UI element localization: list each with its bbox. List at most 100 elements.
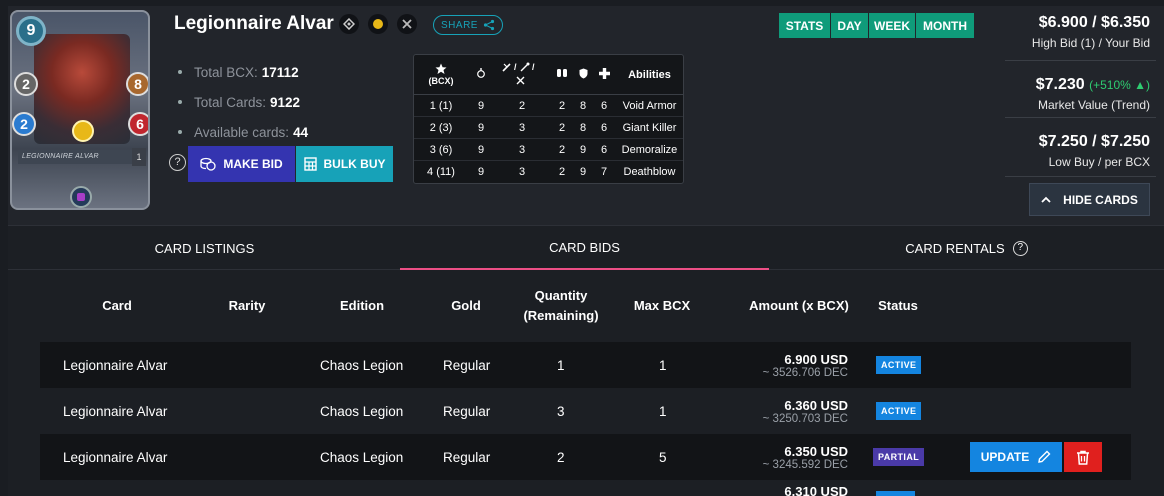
bid-prices: $6.900 / $6.350 [1038, 14, 1150, 31]
market-trend: (+510% ▲) [1089, 78, 1150, 92]
period-day-button[interactable]: DAY [831, 13, 868, 38]
level-row: 1 (1) 9 2 2 8 6 Void Armor [414, 95, 683, 117]
period-month-button[interactable]: MONTH [916, 13, 974, 38]
total-bcx-value: 17112 [261, 64, 299, 80]
help-icon[interactable]: ? [169, 154, 186, 171]
level-row: 4 (11) 9 3 2 9 7 Deathblow [427, 166, 676, 178]
status-badge: ACTIVE [876, 402, 922, 420]
chevron-up-icon [1041, 196, 1051, 203]
bids-table-body: Legionnaire Alvar Chaos Legion Regular 1… [8, 342, 1164, 496]
tab-card-listings[interactable]: CARD LISTINGS [8, 226, 401, 270]
element-icon [339, 14, 359, 34]
cell-amount: 6.900 USD ~ 3526.706 DEC [762, 351, 848, 379]
bid-price-block: $6.900 / $6.350 High Bid (1) / Your Bid [1032, 14, 1150, 76]
make-bid-label: MAKE BID [223, 157, 283, 171]
status-badge: .......... [876, 491, 916, 496]
attack-header-icon: / / [494, 60, 550, 89]
col-amount: Amount (x BCX) [749, 298, 849, 313]
card-title: Legionnaire Alvar [174, 13, 334, 34]
update-bid-button[interactable]: UPDATE [970, 442, 1062, 472]
svg-text:/: / [532, 62, 535, 72]
level-row: 2 (3) 9 3 2 8 6 Giant Killer [414, 117, 683, 139]
cell-quantity: 2 [557, 449, 565, 465]
col-quantity: Quantity (Remaining) [523, 288, 599, 323]
rentals-help-icon[interactable]: ? [1012, 240, 1028, 256]
cell-gold: Regular [443, 357, 491, 373]
shield-header-icon [574, 68, 592, 82]
col-rarity: Rarity [228, 298, 266, 313]
period-selector: STATS DAY WEEK MONTH [779, 13, 974, 38]
cell-status: PARTIAL [873, 434, 925, 480]
col-status: Status [878, 298, 918, 313]
calculator-icon [303, 157, 317, 171]
market-label: Market Value (Trend) [1037, 98, 1150, 112]
cell-quantity: 3 [557, 403, 565, 419]
available-cards-item: Available cards: 44 [178, 117, 308, 147]
col-card: Card [102, 298, 132, 313]
tab-card-rentals[interactable]: CARD RENTALS ? [769, 226, 1164, 270]
share-icon [483, 19, 495, 31]
update-label: UPDATE [980, 450, 1030, 464]
make-bid-button[interactable]: MAKE BID [188, 146, 295, 182]
page: 9 2 8 2 6 LEGIONNAIRE ALVAR 1 Legionnair… [0, 0, 1164, 496]
table-row[interactable]: Legionnaire Alvar Chaos Legion Regular 3… [40, 388, 1131, 434]
cell-card: Legionnaire Alvar [63, 357, 168, 373]
bcx-header: (BCX) [428, 75, 454, 86]
hide-cards-button[interactable]: HIDE CARDS [1029, 183, 1150, 216]
cell-quantity: 1 [557, 357, 565, 373]
armor-stat: 2 [12, 112, 36, 136]
col-gold: Gold [451, 298, 481, 313]
cell-status: .......... [876, 490, 916, 496]
share-button[interactable]: SHARE [433, 15, 503, 35]
level-row: 3 (6) 9 3 2 9 6 Demoralize [414, 139, 683, 161]
cell-gold: Regular [443, 403, 491, 419]
period-week-button[interactable]: WEEK [869, 13, 915, 38]
tab-card-bids[interactable]: CARD BIDS [400, 226, 769, 270]
low-label: Low Buy / per BCX [1048, 155, 1150, 169]
table-row[interactable]: Legionnaire Alvar Chaos Legion Regular 2… [40, 434, 1131, 480]
rarity-icon [368, 14, 388, 34]
low-prices: $7.250 / $7.250 [1038, 133, 1150, 150]
cell-max-bcx: 5 [659, 449, 667, 465]
market-value: $7.230 [1035, 76, 1085, 93]
bid-label: High Bid (1) / Your Bid [1031, 36, 1150, 50]
tab-bar: CARD LISTINGS CARD BIDS CARD RENTALS ? [8, 226, 1164, 270]
health-stat: 6 [128, 112, 148, 136]
total-cards-item: Total Cards: 9122 [178, 87, 308, 117]
card-image[interactable]: 9 2 8 2 6 LEGIONNAIRE ALVAR 1 [10, 10, 150, 210]
market-price-block: $7.230 (+510% ▲) Market Value (Trend) [1032, 76, 1150, 133]
total-bcx-item: Total BCX: 17112 [178, 57, 308, 87]
delete-bid-button[interactable] [1064, 442, 1102, 472]
status-badge: ACTIVE [876, 356, 922, 374]
level-header: (BCX) [414, 63, 468, 87]
bulk-buy-label: BULK BUY [323, 157, 386, 171]
speed-stat: 8 [126, 72, 148, 96]
cell-gold: Regular [443, 449, 491, 465]
pencil-icon [1038, 450, 1051, 463]
cell-edition: Chaos Legion [320, 357, 404, 373]
melee-stat: 2 [14, 72, 38, 96]
bids-table-header: Card Rarity Edition Gold Quantity (Remain… [8, 270, 1164, 342]
cell-card: Legionnaire Alvar [63, 449, 168, 465]
card-image-name: LEGIONNAIRE ALVAR [18, 150, 138, 164]
cell-amount: 6.310 USD [784, 484, 848, 496]
mana-badge: 9 [16, 16, 46, 46]
cell-amount: 6.360 USD ~ 3250.703 DEC [762, 397, 848, 425]
tab-card-rentals-label: CARD RENTALS [905, 240, 1005, 256]
table-row[interactable]: 6.310 USD .......... [40, 480, 1131, 496]
card-level: 1 [132, 148, 146, 166]
table-row[interactable]: Legionnaire Alvar Chaos Legion Regular 1… [40, 342, 1131, 388]
cell-status: ACTIVE [876, 342, 922, 388]
level-stats-table: (BCX) / / Abilities 1 (1) 9 2 2 8 6 Void Armor … [413, 54, 684, 184]
available-cards-value: 44 [293, 124, 309, 140]
cell-max-bcx: 1 [659, 357, 667, 373]
hide-cards-label: HIDE CARDS [1063, 192, 1138, 207]
cell-edition: Chaos Legion [320, 403, 404, 419]
period-stats-button[interactable]: STATS [779, 13, 830, 38]
bulk-buy-button[interactable]: BULK BUY [296, 146, 393, 182]
svg-text:/: / [514, 62, 517, 72]
status-badge: PARTIAL [873, 448, 925, 466]
cell-edition: Chaos Legion [320, 449, 404, 465]
armor-header-icon [550, 68, 574, 81]
edition-icon [70, 186, 92, 208]
